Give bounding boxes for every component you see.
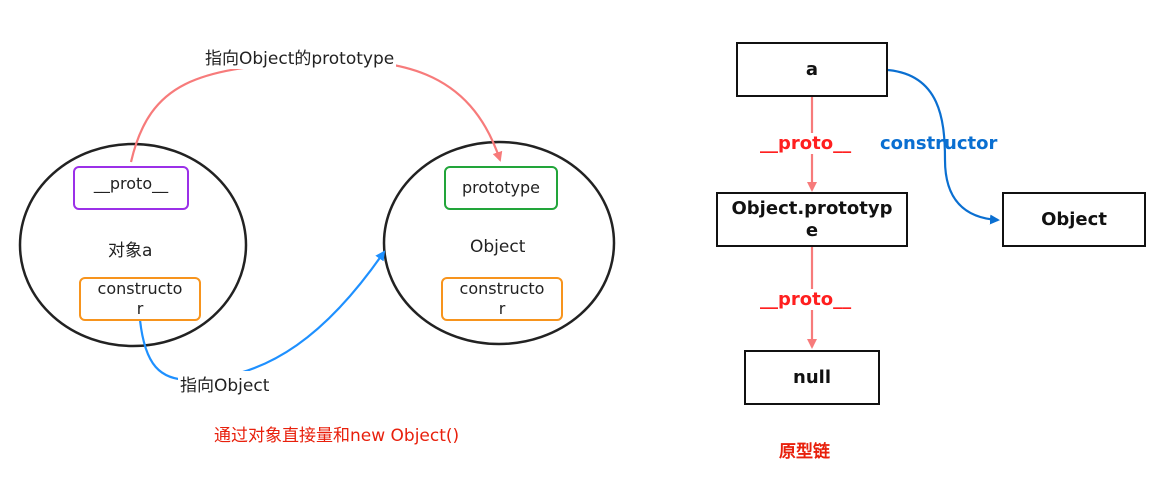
- connector-layer: [18, 59, 1000, 382]
- object-ctor-constructor-box: constructor: [441, 277, 563, 321]
- constructor-label: constructor: [880, 133, 998, 154]
- object-a-label: 对象a: [108, 241, 153, 261]
- arc-top-label: 指向Object的prototype: [203, 44, 397, 69]
- left-caption: 通过对象直接量和new Object(): [214, 426, 460, 446]
- box-a: a: [736, 42, 888, 97]
- proto-box: __proto__: [73, 166, 189, 210]
- box-null: null: [744, 350, 880, 405]
- arc-bottom-label: 指向Object: [178, 371, 272, 396]
- object-ctor-label: Object: [470, 237, 526, 257]
- object-a-constructor-box: constructor: [79, 277, 201, 321]
- box-object: Object: [1002, 192, 1146, 247]
- proto-label-1: __proto__: [758, 133, 854, 154]
- right-caption: 原型链: [779, 442, 830, 462]
- prototype-box: prototype: [444, 166, 558, 210]
- proto-label-2: __proto__: [758, 289, 854, 310]
- box-object-prototype: Object.prototype: [716, 192, 908, 247]
- proto-to-prototype-arrow: [129, 59, 503, 163]
- diagram-canvas: 指向Object的prototype __proto__ 对象a constru…: [0, 0, 1162, 480]
